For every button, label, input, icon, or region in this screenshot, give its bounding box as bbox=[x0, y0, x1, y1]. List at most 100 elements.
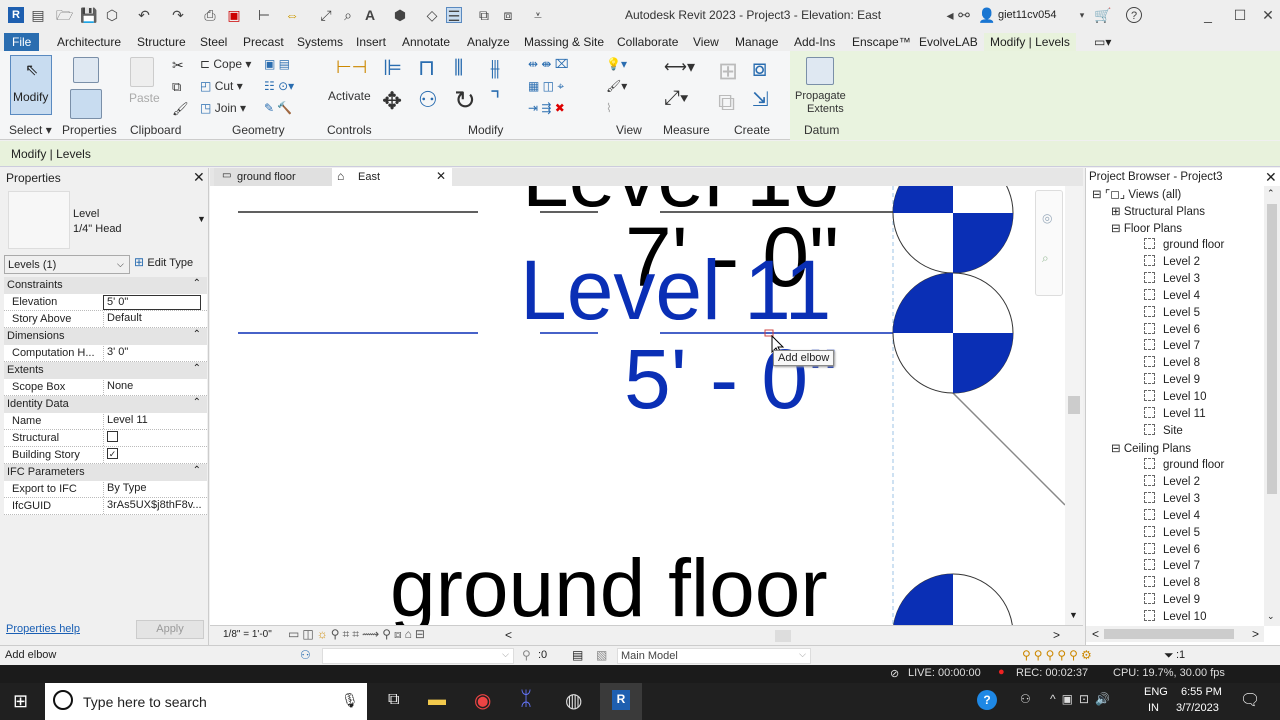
property-value[interactable]: None bbox=[103, 380, 201, 395]
people-icon[interactable]: ⚇ bbox=[1020, 692, 1031, 706]
propagate-extents-icon[interactable] bbox=[806, 57, 834, 85]
system-tray-icons[interactable]: ^▣⊡🔊 bbox=[1050, 692, 1116, 706]
user-name[interactable]: giet11cv054 bbox=[998, 9, 1057, 21]
section-dimensions[interactable]: Dimensions ⌃ bbox=[4, 328, 207, 345]
language-indicator[interactable]: ENG bbox=[1144, 686, 1168, 698]
edit-type-button[interactable]: ⊞ Edit Type bbox=[134, 255, 206, 274]
tab-file[interactable]: File bbox=[4, 33, 40, 51]
undo-icon[interactable]: ↶ bbox=[136, 7, 152, 23]
app-icon[interactable]: ᛯ bbox=[520, 688, 532, 711]
cut-geometry-button[interactable]: ◰ Cut ▾ bbox=[200, 79, 243, 93]
tab-collaborate[interactable]: Collaborate bbox=[613, 33, 682, 51]
tree-view-item[interactable]: ground floor bbox=[1144, 458, 1224, 471]
tab-structure[interactable]: Structure bbox=[133, 33, 190, 51]
section-identity-data[interactable]: Identity Data ⌃ bbox=[4, 396, 207, 413]
tree-view-item[interactable]: Level 3 bbox=[1144, 271, 1200, 285]
building-story-checkbox[interactable]: ✓ bbox=[107, 448, 118, 459]
cut-clipboard-icon[interactable]: ✂ bbox=[172, 57, 184, 74]
navigation-bar[interactable]: ◎ ⌕ bbox=[1035, 190, 1063, 296]
join-button[interactable]: ◳ Join ▾ bbox=[200, 101, 246, 115]
user-dropdown-icon[interactable]: ▾ bbox=[1074, 7, 1090, 23]
tag-icon[interactable]: ⌕ bbox=[340, 7, 356, 23]
propagate-extents-button[interactable]: Propagate Extents bbox=[795, 90, 846, 116]
tree-node-views[interactable]: ⊟ ⌜◻⌟ Views (all) bbox=[1092, 187, 1181, 201]
recorder-app-icon[interactable]: ◍ bbox=[565, 688, 582, 713]
trim-extend-icon[interactable]: ⌝ bbox=[490, 87, 500, 113]
tree-view-item[interactable]: Level 4 bbox=[1144, 288, 1200, 302]
type-properties-icon[interactable] bbox=[73, 57, 99, 83]
help-tray-icon[interactable]: ? bbox=[977, 690, 997, 710]
create-parts-icon[interactable]: ⧉ bbox=[718, 89, 735, 117]
tab-view[interactable]: View bbox=[689, 33, 723, 51]
tab-ground-floor[interactable]: ▭ ground floor bbox=[214, 168, 332, 186]
property-value[interactable]: 3rAs5UX$j8thF8v... bbox=[103, 499, 201, 514]
rotate-icon[interactable]: ↻ bbox=[454, 85, 476, 116]
measure-line-icon[interactable]: ⤢ bbox=[318, 7, 334, 23]
property-row[interactable]: Building Story ✓ bbox=[4, 447, 207, 464]
dimension-icon[interactable]: ⤢▾ bbox=[664, 87, 688, 110]
horizontal-scroll-thumb[interactable] bbox=[775, 630, 791, 642]
section-icon[interactable]: ◇ bbox=[424, 7, 440, 23]
override-graphics-icon[interactable]: 🖌▾ bbox=[606, 79, 627, 93]
array-scale-icons[interactable]: ▦ ◫ ⌖ bbox=[528, 79, 564, 94]
property-row[interactable]: Computation H... 3' 0" bbox=[4, 345, 207, 362]
move-icon[interactable]: ✥ bbox=[382, 87, 402, 116]
tab-systems[interactable]: Systems bbox=[293, 33, 347, 51]
close-icon[interactable]: ✕ bbox=[1265, 169, 1277, 186]
tab-insert[interactable]: Insert bbox=[352, 33, 390, 51]
tree-view-item[interactable]: Level 3 bbox=[1144, 491, 1200, 505]
measure-between-icon[interactable]: ⟷▾ bbox=[664, 57, 695, 77]
apply-button[interactable]: Apply bbox=[136, 620, 204, 639]
property-value[interactable]: 3' 0" bbox=[103, 346, 201, 361]
property-row[interactable]: Name Level 11 bbox=[4, 413, 207, 430]
tree-view-item[interactable]: Level 6 bbox=[1144, 322, 1200, 336]
customize-qat-icon[interactable]: ⩡ bbox=[530, 7, 546, 23]
open-icon[interactable]: 🗁 bbox=[56, 7, 73, 23]
file-explorer-icon[interactable]: ▬ bbox=[428, 689, 446, 710]
tree-view-item[interactable]: Level 2 bbox=[1144, 474, 1200, 488]
tab-enscape[interactable]: Enscape™ bbox=[848, 33, 915, 51]
close-icon[interactable]: ✕ bbox=[193, 169, 205, 186]
scroll-down-icon[interactable]: ⌄ bbox=[1267, 611, 1275, 622]
properties-toggle-icon[interactable] bbox=[70, 89, 102, 119]
level-elevation-selected[interactable]: 5' - 0" bbox=[624, 332, 838, 426]
activate-controls-icon[interactable]: ⊢⊣ bbox=[336, 57, 367, 78]
microphone-icon[interactable]: 🎙 bbox=[341, 692, 359, 709]
text-icon[interactable]: A bbox=[362, 7, 378, 23]
create-group-icon[interactable]: ⊞ bbox=[718, 57, 738, 86]
design-option-dropdown[interactable]: Main Model ⌵ bbox=[617, 648, 811, 664]
tree-view-item[interactable]: ground floor bbox=[1144, 238, 1224, 251]
scrollbar-thumb[interactable] bbox=[1068, 396, 1080, 414]
paste-button[interactable]: Paste bbox=[129, 91, 160, 105]
workset-dropdown[interactable]: ⌵ bbox=[322, 648, 514, 664]
copy-element-icon[interactable]: ⚇ bbox=[418, 87, 438, 113]
scroll-left-icon[interactable]: < bbox=[505, 628, 512, 642]
tab-architecture[interactable]: Architecture bbox=[53, 33, 125, 51]
property-row[interactable]: Structural bbox=[4, 430, 207, 447]
section-extents[interactable]: Extents ⌃ bbox=[4, 362, 207, 379]
create-assembly-icon[interactable]: ⇲ bbox=[752, 87, 769, 112]
thin-lines-icon[interactable]: ☰ bbox=[446, 7, 462, 24]
task-view-icon[interactable]: ⧉ bbox=[388, 691, 399, 709]
level-head-selected[interactable] bbox=[892, 272, 1014, 394]
close-hidden-icon[interactable]: ⧉ bbox=[476, 7, 492, 23]
level-name-selected[interactable]: Level 11 bbox=[520, 243, 831, 337]
zoom-icon[interactable]: ⌕ bbox=[1042, 251, 1049, 266]
worksets-icon[interactable]: ⚇ bbox=[300, 648, 311, 662]
redo-icon[interactable]: ↷ bbox=[170, 7, 186, 23]
binoculars-icon[interactable]: ⚯ bbox=[956, 7, 972, 23]
tab-annotate[interactable]: Annotate bbox=[398, 33, 454, 51]
browser-vertical-scrollbar[interactable]: ⌃ ⌄ bbox=[1264, 186, 1280, 626]
tab-steel[interactable]: Steel bbox=[196, 33, 231, 51]
revit-app-icon[interactable]: R bbox=[8, 7, 24, 23]
geometry-tools-icon[interactable]: ▣ ▤ bbox=[264, 57, 290, 71]
save-icon[interactable]: 💾 bbox=[80, 7, 97, 23]
vertical-scrollbar[interactable]: ▼ bbox=[1065, 186, 1083, 625]
editable-only-icon[interactable]: ⚲ bbox=[522, 648, 531, 662]
tab-manage[interactable]: Manage bbox=[731, 33, 782, 51]
property-row[interactable]: Story Above Default bbox=[4, 311, 207, 328]
tree-view-item[interactable]: Level 8 bbox=[1144, 576, 1200, 589]
linework-icon[interactable]: ⌇ bbox=[606, 101, 612, 115]
help-icon[interactable]: ? bbox=[1126, 7, 1142, 23]
instance-filter-dropdown[interactable]: Levels (1) ⌵ bbox=[4, 255, 130, 274]
